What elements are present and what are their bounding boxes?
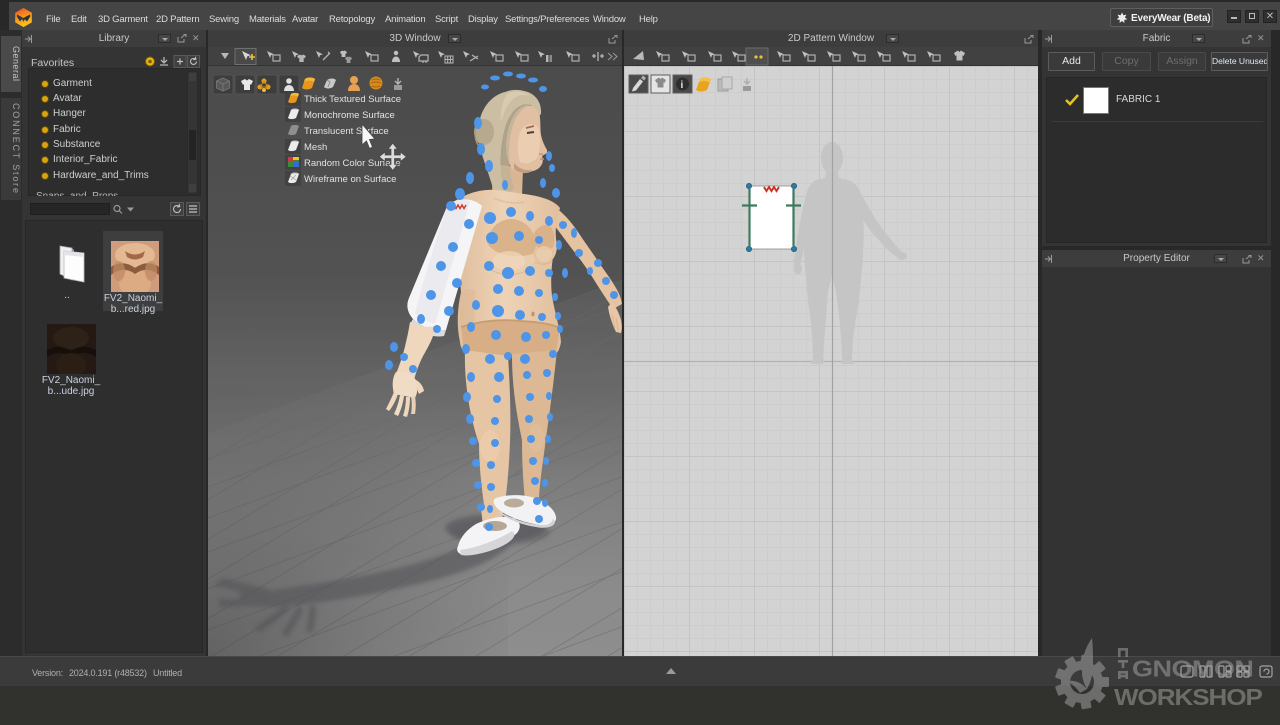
svg-text:Translucent Surface: Translucent Surface bbox=[304, 126, 389, 137]
svg-text:WORKSHOP: WORKSHOP bbox=[1114, 685, 1263, 710]
svg-text:Mesh: Mesh bbox=[304, 142, 327, 153]
svg-text:Monochrome Surface: Monochrome Surface bbox=[304, 110, 395, 121]
svg-text:Wireframe on Surface: Wireframe on Surface bbox=[304, 174, 396, 185]
svg-text:Thick Textured Surface: Thick Textured Surface bbox=[304, 94, 401, 105]
svg-text:i: i bbox=[681, 80, 684, 91]
svg-text:Random Color Surface: Random Color Surface bbox=[304, 158, 401, 169]
